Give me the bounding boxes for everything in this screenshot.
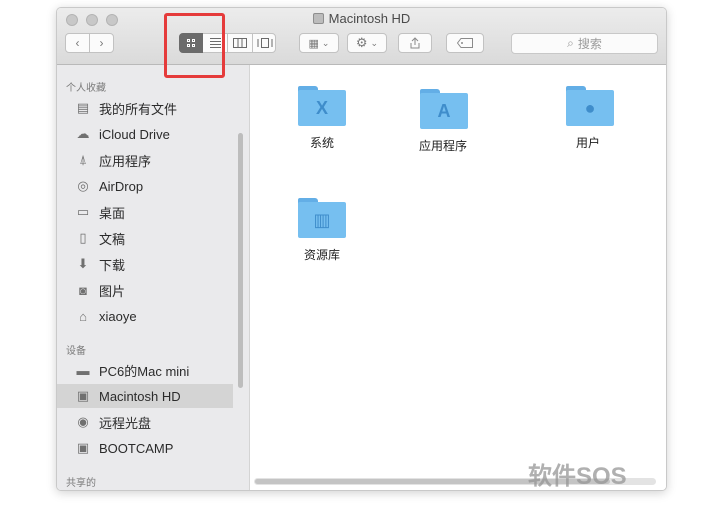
hard-drive-icon xyxy=(312,13,324,24)
airdrop-icon: ◎ xyxy=(77,178,89,193)
folder-label-applications[interactable]: 应用程序 xyxy=(393,137,493,154)
sidebar-item-remote-disc[interactable]: ◉ 远程光盘 xyxy=(57,410,233,434)
arrange-button[interactable]: ▦ ⌄ xyxy=(299,33,339,53)
hard-drive-icon: ▣ xyxy=(76,440,90,455)
tag-button[interactable] xyxy=(446,33,484,53)
sidebar-item-documents[interactable]: ▯ 文稿 xyxy=(57,226,233,250)
sidebar-item-icloud-drive[interactable]: ☁ iCloud Drive xyxy=(57,122,233,146)
columns-icon xyxy=(232,38,247,48)
sidebar-item-desktop[interactable]: ▭ 桌面 xyxy=(57,200,233,224)
sidebar-section-favorites: 个人收藏 xyxy=(66,83,106,94)
folder-label-library[interactable]: 资源库 xyxy=(272,246,372,263)
library-folder-icon: ▥ xyxy=(298,202,346,238)
finder-window: Macintosh HD ‹ › ▦ ⌄ ⚙ ⌄ ⌕ 搜索 个人收藏 ▤ 我的所… xyxy=(56,7,667,491)
system-folder-icon: X xyxy=(298,90,346,126)
chevron-down-icon: ⌄ xyxy=(321,37,330,48)
file-browser: X 系统 A 应用程序 ● 用户 ▥ 资源库 xyxy=(250,65,666,490)
sidebar-scrollbar[interactable] xyxy=(238,133,243,388)
all-files-icon: ▤ xyxy=(76,100,90,115)
cover-flow-view-button[interactable] xyxy=(252,33,276,53)
mac-mini-icon: ▬ xyxy=(76,362,90,378)
folder-users[interactable]: ● xyxy=(566,86,614,126)
documents-icon: ▯ xyxy=(79,230,87,245)
share-icon xyxy=(410,37,420,49)
sidebar-item-airdrop[interactable]: ◎ AirDrop xyxy=(57,174,233,198)
toolbar: Macintosh HD ‹ › ▦ ⌄ ⚙ ⌄ ⌕ 搜索 xyxy=(57,8,666,65)
sidebar: 个人收藏 ▤ 我的所有文件 ☁ iCloud Drive ⍋ 应用程序 ◎ AirDro… xyxy=(57,65,250,490)
sidebar-section-shared: 共享的 xyxy=(66,478,96,489)
forward-button[interactable]: › xyxy=(89,33,114,53)
folder-system[interactable]: X xyxy=(298,86,346,126)
download-icon: ⬇ xyxy=(77,256,89,271)
folder-label-users[interactable]: 用户 xyxy=(538,134,638,151)
sidebar-section-devices: 设备 xyxy=(66,346,86,357)
sidebar-item-macintosh-hd[interactable]: ▣ Macintosh HD xyxy=(57,384,233,408)
share-button[interactable] xyxy=(398,33,432,53)
sidebar-item-applications[interactable]: ⍋ 应用程序 xyxy=(57,148,233,172)
tag-icon xyxy=(457,38,473,48)
folder-label-system[interactable]: 系统 xyxy=(272,134,372,151)
search-icon: ⌕ xyxy=(567,36,574,50)
column-view-button[interactable] xyxy=(227,33,251,53)
gear-icon: ⚙ xyxy=(355,35,368,50)
back-button[interactable]: ‹ xyxy=(65,33,90,53)
search-input[interactable]: ⌕ 搜索 xyxy=(511,33,658,54)
users-folder-icon: ● xyxy=(566,90,614,126)
sidebar-item-pictures[interactable]: ◙ 图片 xyxy=(57,278,233,302)
sidebar-item-bootcamp[interactable]: ▣ BOOTCAMP xyxy=(57,436,233,460)
folder-applications[interactable]: A xyxy=(420,89,468,129)
applications-folder-icon: A xyxy=(420,93,468,129)
disc-icon: ◉ xyxy=(77,414,89,429)
window-title: Macintosh HD xyxy=(57,10,666,28)
folder-library[interactable]: ▥ xyxy=(298,198,346,238)
home-icon: ⌂ xyxy=(79,308,87,324)
highlight-annotation-box xyxy=(164,13,225,78)
cloud-icon: ☁ xyxy=(76,126,90,141)
hard-drive-icon: ▣ xyxy=(76,388,90,403)
sidebar-item-mac-mini[interactable]: ▬ PC6的Mac mini xyxy=(57,358,233,382)
desktop-icon: ▭ xyxy=(76,204,90,219)
sidebar-item-home[interactable]: ⌂ xiaoye xyxy=(57,304,233,328)
action-button[interactable]: ⚙ ⌄ xyxy=(347,33,387,53)
sidebar-item-all-my-files[interactable]: ▤ 我的所有文件 xyxy=(57,96,233,120)
sidebar-item-downloads[interactable]: ⬇ 下载 xyxy=(57,252,233,276)
watermark: 软件SOS xyxy=(528,463,627,490)
chevron-left-icon: ‹ xyxy=(75,36,80,50)
coverflow-icon xyxy=(257,38,272,48)
chevron-right-icon: › xyxy=(99,36,104,50)
arrange-grid-icon: ▦ xyxy=(308,37,319,50)
camera-icon: ◙ xyxy=(79,282,87,298)
applications-icon: ⍋ xyxy=(79,152,87,167)
chevron-down-icon: ⌄ xyxy=(370,37,379,48)
